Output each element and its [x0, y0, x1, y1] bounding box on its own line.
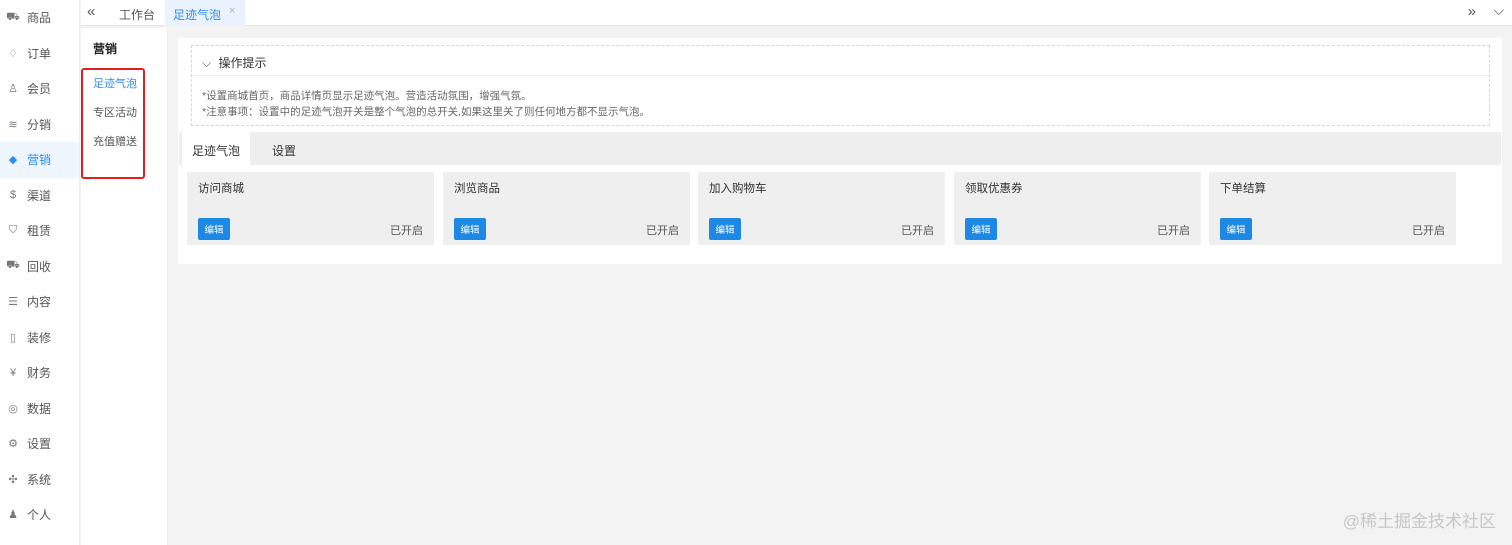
- tab-footprint-bubble[interactable]: 足迹气泡 ×: [165, 0, 245, 26]
- nav-item-content[interactable]: ☰ 内容: [0, 284, 79, 320]
- card-title: 下单结算: [1220, 183, 1266, 195]
- cross-tools-icon: ✣: [8, 473, 18, 486]
- tab-footprint-bubble-config[interactable]: 足迹气泡: [182, 132, 250, 165]
- subnav-title: 营销: [93, 42, 118, 56]
- gear-icon: ⚙: [8, 438, 18, 451]
- card-title: 浏览商品: [454, 183, 500, 195]
- nav-item-lease[interactable]: ⛉ 租赁: [0, 213, 79, 249]
- operation-tips: ⌵ 操作提示 *设置商城首页，商品详情页显示足迹气泡。营造活动氛围，增强气氛。 …: [191, 45, 1490, 126]
- tips-header[interactable]: ⌵ 操作提示: [192, 46, 1489, 76]
- nav-item-distribution[interactable]: ≋ 分销: [0, 107, 79, 143]
- watermark: @稀土掘金技术社区: [1342, 512, 1496, 531]
- nav-item-members[interactable]: ♙ 会员: [0, 71, 79, 107]
- nav-item-data[interactable]: ◎ 数据: [0, 391, 79, 427]
- chevron-down-icon: ⌵: [202, 56, 212, 70]
- person-icon: ♟: [8, 509, 18, 522]
- edit-button[interactable]: 编辑: [709, 218, 741, 240]
- edit-button[interactable]: 编辑: [198, 218, 230, 240]
- status-text: 已开启: [1412, 225, 1445, 237]
- card-title: 领取优惠券: [965, 183, 1023, 195]
- nav-item-recycle[interactable]: ⛟ 回收: [0, 249, 79, 285]
- subnav-item-footprint-bubble[interactable]: 足迹气泡: [93, 75, 137, 91]
- subnav-item-zone-activity[interactable]: 专区活动: [93, 104, 137, 120]
- nav-item-goods[interactable]: ⛟ 商品: [0, 0, 79, 36]
- main-nav: ⛟ 商品 ♢ 订单 ♙ 会员 ≋ 分销 ◆ 营销 $ 渠道 ⛉ 租赁 ⛟ 回收 …: [0, 0, 80, 545]
- edit-button[interactable]: 编辑: [454, 218, 486, 240]
- nav-item-label: 个人: [27, 508, 52, 523]
- bubble-card-visit-mall: 访问商城 编辑 已开启: [187, 172, 434, 245]
- nav-item-label: 设置: [27, 437, 52, 452]
- close-icon[interactable]: ×: [229, 5, 235, 17]
- panel-tabs: 足迹气泡 设置: [179, 132, 1501, 165]
- nav-item-settings[interactable]: ⚙ 设置: [0, 426, 79, 462]
- status-text: 已开启: [646, 225, 679, 237]
- tips-line: *设置商城首页，商品详情页显示足迹气泡。营造活动氛围，增强气氛。: [202, 90, 532, 102]
- tips-line: *注意事项：设置中的足迹气泡开关是整个气泡的总开关,如果这里关了则任何地方都不显…: [202, 106, 651, 118]
- diamond-icon: ◆: [8, 154, 18, 167]
- edit-button[interactable]: 编辑: [965, 218, 997, 240]
- nav-item-label: 会员: [27, 82, 52, 97]
- nav-item-label: 回收: [27, 259, 52, 274]
- nav-item-finance[interactable]: ¥ 财务: [0, 355, 79, 391]
- sub-nav: 营销 足迹气泡 专区活动 充值赠送: [81, 28, 168, 545]
- bubble-card-browse-goods: 浏览商品 编辑 已开启: [443, 172, 690, 245]
- top-tab-bar: « 工作台 足迹气泡 × » ⌵: [81, 0, 1512, 26]
- nav-item-label: 装修: [27, 330, 52, 345]
- card-title: 访问商城: [198, 183, 244, 195]
- yen-icon: ¥: [9, 366, 17, 379]
- scroll-right-icon[interactable]: »: [1468, 3, 1476, 20]
- nav-item-orders[interactable]: ♢ 订单: [0, 36, 79, 72]
- layers-icon: ≋: [8, 118, 18, 131]
- page-icon: ▯: [9, 331, 17, 344]
- nav-item-system[interactable]: ✣ 系统: [0, 462, 79, 498]
- tab-workbench[interactable]: 工作台: [119, 6, 155, 23]
- bubble-card-checkout: 下单结算 编辑 已开启: [1209, 172, 1456, 245]
- cart-icon: ⛟: [6, 259, 20, 272]
- tips-title: 操作提示: [218, 56, 267, 70]
- nav-item-label: 系统: [27, 472, 52, 487]
- nav-item-label: 分销: [27, 117, 52, 132]
- status-text: 已开启: [390, 225, 423, 237]
- status-text: 已开启: [901, 225, 934, 237]
- shield-icon: ⛉: [8, 224, 18, 237]
- nav-item-label: 渠道: [27, 188, 52, 203]
- edit-button[interactable]: 编辑: [1220, 218, 1252, 240]
- card-title: 加入购物车: [709, 183, 767, 195]
- subnav-item-recharge-gift[interactable]: 充值赠送: [93, 133, 137, 149]
- dollar-icon: $: [9, 189, 17, 202]
- content-panel: ⌵ 操作提示 *设置商城首页，商品详情页显示足迹气泡。营造活动氛围，增强气氛。 …: [178, 38, 1502, 264]
- book-icon: ☰: [8, 296, 18, 309]
- nav-item-label: 租赁: [27, 224, 52, 239]
- nav-item-decoration[interactable]: ▯ 装修: [0, 320, 79, 356]
- chevron-down-icon[interactable]: ⌵: [1493, 2, 1504, 19]
- nav-item-label: 数据: [27, 401, 52, 416]
- bubble-card-add-to-cart: 加入购物车 编辑 已开启: [698, 172, 945, 245]
- nav-item-label: 营销: [27, 153, 52, 168]
- tab-settings[interactable]: 设置: [250, 132, 318, 165]
- nav-item-label: 订单: [27, 46, 52, 61]
- nav-item-label: 内容: [27, 295, 52, 310]
- globe-icon: ◎: [8, 402, 18, 415]
- bubble-card-get-coupon: 领取优惠券 编辑 已开启: [954, 172, 1201, 245]
- cart-icon: ⛟: [6, 10, 20, 23]
- nav-item-marketing[interactable]: ◆ 营销: [0, 142, 79, 178]
- collapse-menu-icon[interactable]: «: [87, 3, 95, 20]
- nav-item-label: 财务: [27, 366, 52, 381]
- bell-icon: ♢: [8, 47, 18, 60]
- nav-item-label: 商品: [27, 11, 52, 26]
- user-icon: ♙: [8, 83, 18, 96]
- status-text: 已开启: [1157, 225, 1190, 237]
- nav-item-channel[interactable]: $ 渠道: [0, 178, 79, 214]
- tab-label: 足迹气泡: [173, 8, 222, 22]
- nav-item-personal[interactable]: ♟ 个人: [0, 497, 79, 533]
